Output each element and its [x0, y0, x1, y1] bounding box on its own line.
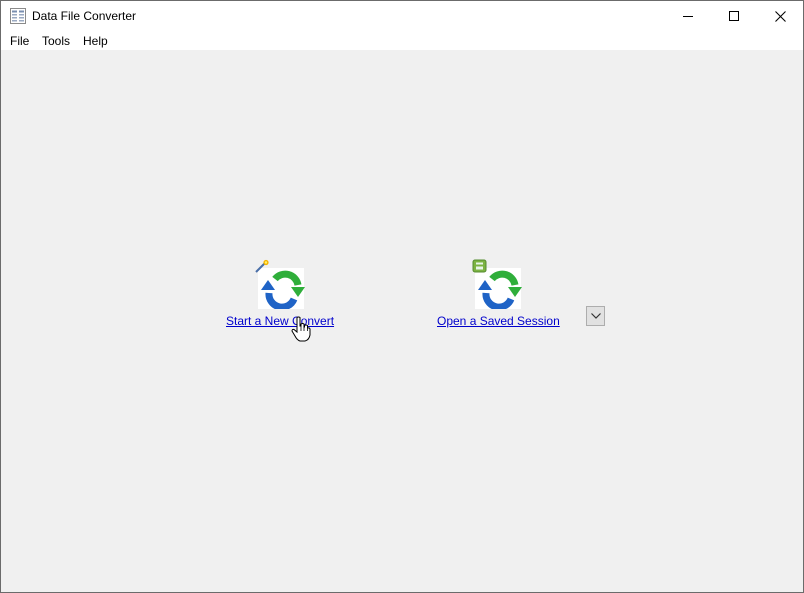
start-new-convert-link[interactable]: Start a New Convert: [226, 314, 334, 328]
start-panel: Start a New Convert Open a Saved Session: [1, 50, 803, 592]
chevron-down-icon: [590, 313, 601, 319]
title-bar[interactable]: Data File Converter: [1, 1, 803, 31]
minimize-icon: [683, 16, 693, 17]
open-saved-session-link[interactable]: Open a Saved Session: [437, 314, 560, 328]
maximize-icon: [729, 11, 739, 21]
menu-file[interactable]: File: [9, 34, 30, 48]
app-icon: [10, 8, 26, 24]
close-button[interactable]: [757, 1, 803, 31]
window-title: Data File Converter: [32, 9, 137, 23]
menu-tools[interactable]: Tools: [41, 34, 71, 48]
saved-session-icon[interactable]: [470, 259, 526, 309]
minimize-button[interactable]: [665, 1, 711, 31]
close-icon: [774, 10, 786, 22]
saved-sessions-dropdown-button[interactable]: [586, 306, 605, 326]
menu-bar: File Tools Help: [1, 31, 803, 50]
maximize-button[interactable]: [711, 1, 757, 31]
app-window: Data File Converter File Tools Help Star…: [0, 0, 804, 593]
convert-wizard-icon[interactable]: [253, 259, 309, 309]
menu-help[interactable]: Help: [82, 34, 109, 48]
